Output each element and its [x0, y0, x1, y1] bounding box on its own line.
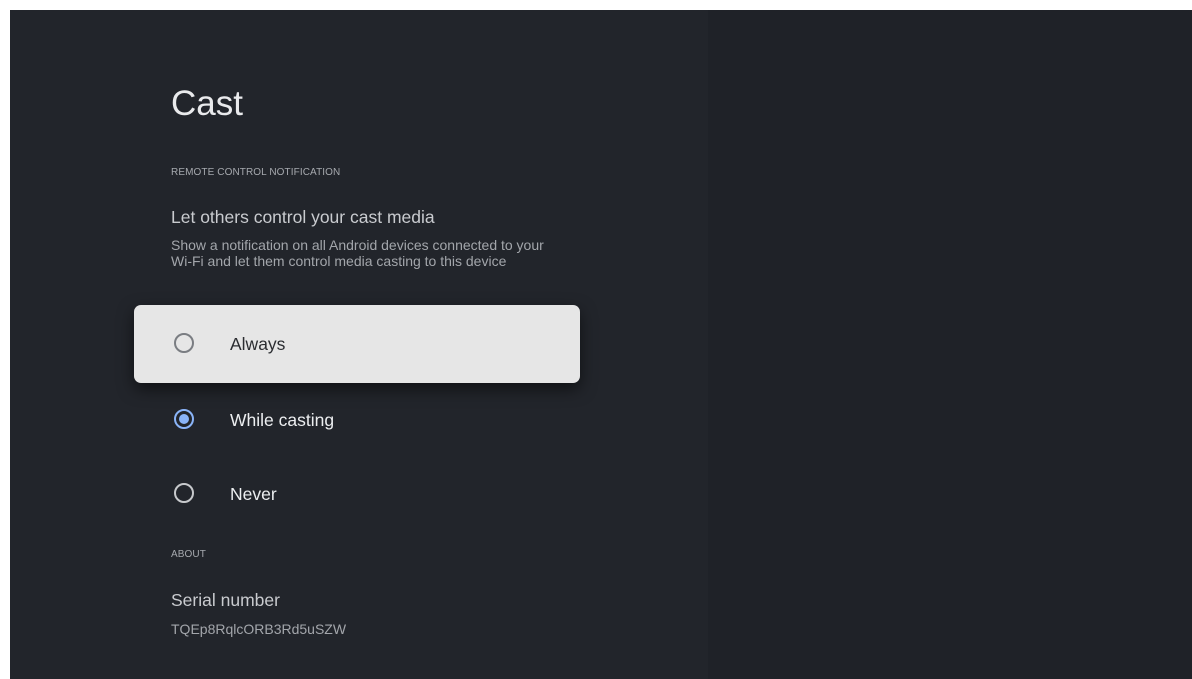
about-section-header: ABOUT [171, 549, 206, 560]
page-title: Cast [171, 84, 243, 123]
option-while-casting-label: While casting [230, 410, 335, 430]
preference-summary: Show a notification on all Android devic… [171, 237, 544, 269]
option-always-label: Always [230, 334, 286, 354]
radio-checked-icon[interactable] [174, 409, 194, 429]
preference-title: Let others control your cast media [171, 207, 435, 227]
option-never-label: Never [230, 484, 277, 504]
radio-unchecked-icon[interactable] [174, 483, 194, 503]
serial-number-title: Serial number [171, 590, 280, 610]
option-while-casting[interactable]: While casting [134, 381, 580, 459]
serial-number-value: TQEp8RqlcORB3Rd5uSZW [171, 621, 347, 637]
option-never[interactable]: Never [134, 455, 580, 533]
radio-unchecked-icon[interactable] [174, 333, 194, 353]
option-always[interactable]: Always [134, 305, 580, 383]
tv-settings-screen: Cast REMOTE CONTROL NOTIFICATION Let oth… [10, 10, 1192, 679]
remote-control-section-header: REMOTE CONTROL NOTIFICATION [171, 167, 341, 178]
empty-side-panel [708, 10, 1192, 679]
